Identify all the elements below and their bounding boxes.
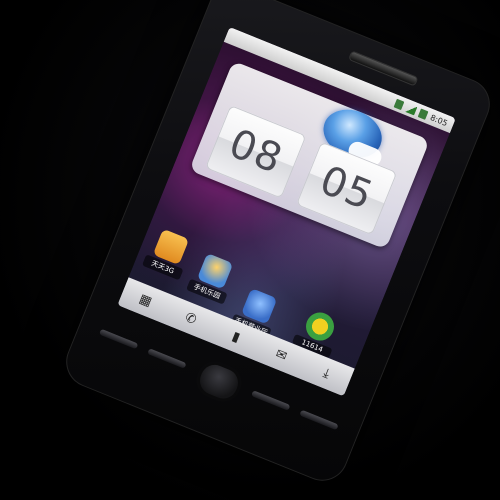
signal-icon bbox=[404, 102, 418, 115]
end-call-key[interactable] bbox=[299, 409, 339, 431]
status-time: 8:05 bbox=[429, 112, 450, 128]
app-shortcut-shouji-leyuan[interactable]: 手机乐园 bbox=[186, 251, 239, 305]
app-shortcut-tiantian3g[interactable]: 天天3G bbox=[141, 226, 195, 281]
contacts-book-icon[interactable]: ▮ bbox=[226, 326, 247, 347]
clock-minute: 05 bbox=[295, 141, 398, 236]
messages-icon[interactable]: ✉ bbox=[271, 345, 292, 366]
phone-icon[interactable]: ✆ bbox=[180, 308, 201, 329]
battery-icon bbox=[417, 108, 429, 120]
phone: 8:05 08 05 天天3G 手机乐园 手机营业厅 bbox=[58, 0, 498, 489]
call-key[interactable] bbox=[99, 328, 139, 350]
download-icon[interactable]: ⤓ bbox=[316, 363, 337, 384]
back-key[interactable] bbox=[251, 390, 291, 411]
photo-scene: 8:05 08 05 天天3G 手机乐园 手机营业厅 bbox=[0, 0, 500, 500]
notification-icon bbox=[393, 98, 405, 110]
home-key[interactable] bbox=[147, 348, 187, 369]
clock-hour: 08 bbox=[205, 104, 307, 199]
grid-icon[interactable]: ▦ bbox=[135, 290, 156, 311]
